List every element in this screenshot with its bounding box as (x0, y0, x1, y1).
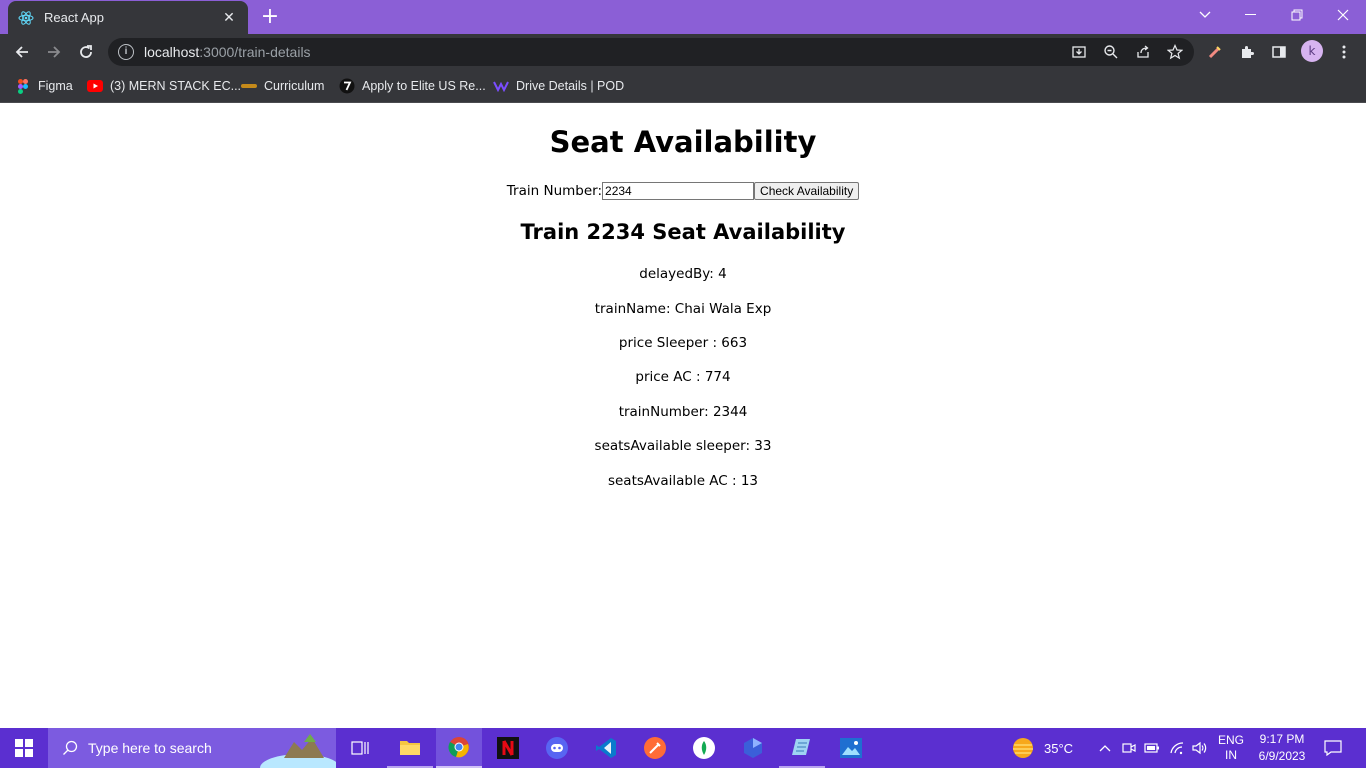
detail-train-name: trainName: Chai Wala Exp (594, 301, 772, 317)
youtube-icon (87, 78, 103, 94)
bookmark-drive-details[interactable]: Drive Details | POD (493, 76, 624, 96)
url-host: localhost (144, 44, 200, 60)
url-path: :3000/train-details (199, 44, 311, 60)
search-placeholder: Type here to search (88, 740, 212, 756)
result-title: Train 2234 Seat Availability (520, 220, 846, 244)
language-indicator[interactable]: ENG IN (1214, 728, 1248, 768)
detail-price-ac: price AC : 774 (635, 369, 731, 385)
curriculum-icon (241, 78, 257, 94)
discord-icon[interactable] (534, 728, 580, 768)
chrome-menu-icon[interactable] (1334, 42, 1354, 62)
bookmark-curriculum[interactable]: Curriculum (241, 76, 324, 96)
new-tab-icon[interactable]: + (258, 6, 282, 30)
tab-react-app[interactable]: React App ✕ (8, 1, 248, 34)
profile-avatar[interactable]: k (1301, 40, 1323, 62)
page-title: Seat Availability (549, 125, 817, 159)
train-number-input[interactable] (602, 182, 755, 200)
search-icon (62, 740, 78, 756)
meet-now-icon[interactable] (1120, 728, 1138, 768)
start-windows-icon[interactable] (0, 728, 48, 768)
tab-close-icon[interactable]: ✕ (220, 9, 238, 27)
detail-price-sleeper: price Sleeper : 663 (618, 335, 748, 351)
detail-train-number: trainNumber: 2344 (618, 404, 748, 420)
detail-delayed-by: delayedBy: 4 (639, 266, 727, 282)
clock-time: 9:17 PM (1259, 732, 1305, 746)
figma-icon (15, 78, 31, 94)
bookmarks-bar: Figma (3) MERN STACK EC... Curriculum Ap… (0, 70, 1366, 103)
site-info-icon[interactable]: i (118, 44, 134, 60)
tab-strip: React App ✕ + (0, 0, 1366, 34)
clock-date: 6/9/2023 (1258, 749, 1306, 763)
photos-icon[interactable] (828, 728, 874, 768)
search-highlight-image (254, 728, 340, 771)
reload-icon[interactable] (74, 40, 98, 64)
mongodb-icon[interactable] (681, 728, 727, 768)
restore-icon[interactable] (1282, 0, 1312, 30)
pod-icon (493, 78, 509, 94)
train-form: Train Number: Check Availability (0, 182, 1366, 200)
extensions-puzzle-icon[interactable] (1237, 42, 1257, 62)
bookmark-label: Curriculum (264, 79, 325, 93)
taskbar-search[interactable]: Type here to search (48, 728, 340, 771)
install-icon[interactable] (1069, 42, 1089, 62)
wifi-icon[interactable] (1168, 728, 1186, 768)
task-view-icon[interactable] (338, 728, 382, 768)
browser-toolbar: i localhost:3000/train-details k (0, 34, 1366, 70)
notepad-icon[interactable] (779, 728, 825, 768)
bookmark-mern-stack[interactable]: (3) MERN STACK EC... (87, 76, 241, 96)
share-icon[interactable] (1133, 42, 1153, 62)
zoom-icon[interactable] (1101, 42, 1121, 62)
train-number-label: Train Number: (506, 183, 603, 199)
azure-data-studio-icon[interactable] (730, 728, 776, 768)
turing-icon (339, 78, 355, 94)
region-code: IN (1225, 748, 1237, 762)
side-panel-icon[interactable] (1269, 42, 1289, 62)
battery-icon[interactable] (1143, 728, 1161, 768)
minimize-icon[interactable] (1236, 0, 1266, 30)
chrome-taskbar-icon[interactable] (436, 728, 482, 768)
postman-icon[interactable] (632, 728, 678, 768)
address-bar[interactable]: i localhost:3000/train-details (108, 38, 1194, 66)
close-window-icon[interactable] (1328, 0, 1358, 30)
file-explorer-icon[interactable] (387, 728, 433, 768)
taskbar: Type here to search 35°C ENG IN 9:17 PM … (0, 728, 1366, 771)
show-hidden-icons-icon[interactable] (1098, 728, 1112, 768)
language-code: ENG (1217, 733, 1244, 747)
detail-seats-ac: seatsAvailable AC : 13 (607, 473, 759, 489)
vscode-icon[interactable] (583, 728, 629, 768)
detail-seats-sleeper: seatsAvailable sleeper: 33 (594, 438, 772, 454)
bookmark-star-icon[interactable] (1165, 42, 1185, 62)
back-icon[interactable] (10, 40, 34, 64)
netflix-icon[interactable] (485, 728, 531, 768)
extension-pen-icon[interactable] (1205, 42, 1225, 62)
bookmark-apply-elite[interactable]: Apply to Elite US Re... (339, 76, 486, 96)
volume-icon[interactable] (1191, 728, 1209, 768)
forward-icon[interactable] (42, 40, 66, 64)
weather-sun-icon (1010, 737, 1036, 759)
notifications-icon[interactable] (1320, 728, 1346, 768)
bookmark-label: Apply to Elite US Re... (362, 79, 486, 93)
bookmark-label: Figma (38, 79, 73, 93)
bookmark-label: (3) MERN STACK EC... (110, 79, 242, 93)
check-availability-button[interactable]: Check Availability (754, 182, 860, 200)
tab-title: React App (44, 10, 104, 25)
react-icon (18, 10, 34, 26)
tab-search-icon[interactable] (1192, 0, 1218, 30)
bookmark-figma[interactable]: Figma (15, 76, 73, 96)
page-content: Seat Availability Train Number: Check Av… (0, 103, 1366, 728)
weather-widget[interactable]: 35°C (1010, 728, 1073, 768)
clock[interactable]: 9:17 PM 6/9/2023 (1254, 728, 1310, 768)
bookmark-label: Drive Details | POD (516, 79, 625, 93)
temperature: 35°C (1044, 740, 1074, 756)
